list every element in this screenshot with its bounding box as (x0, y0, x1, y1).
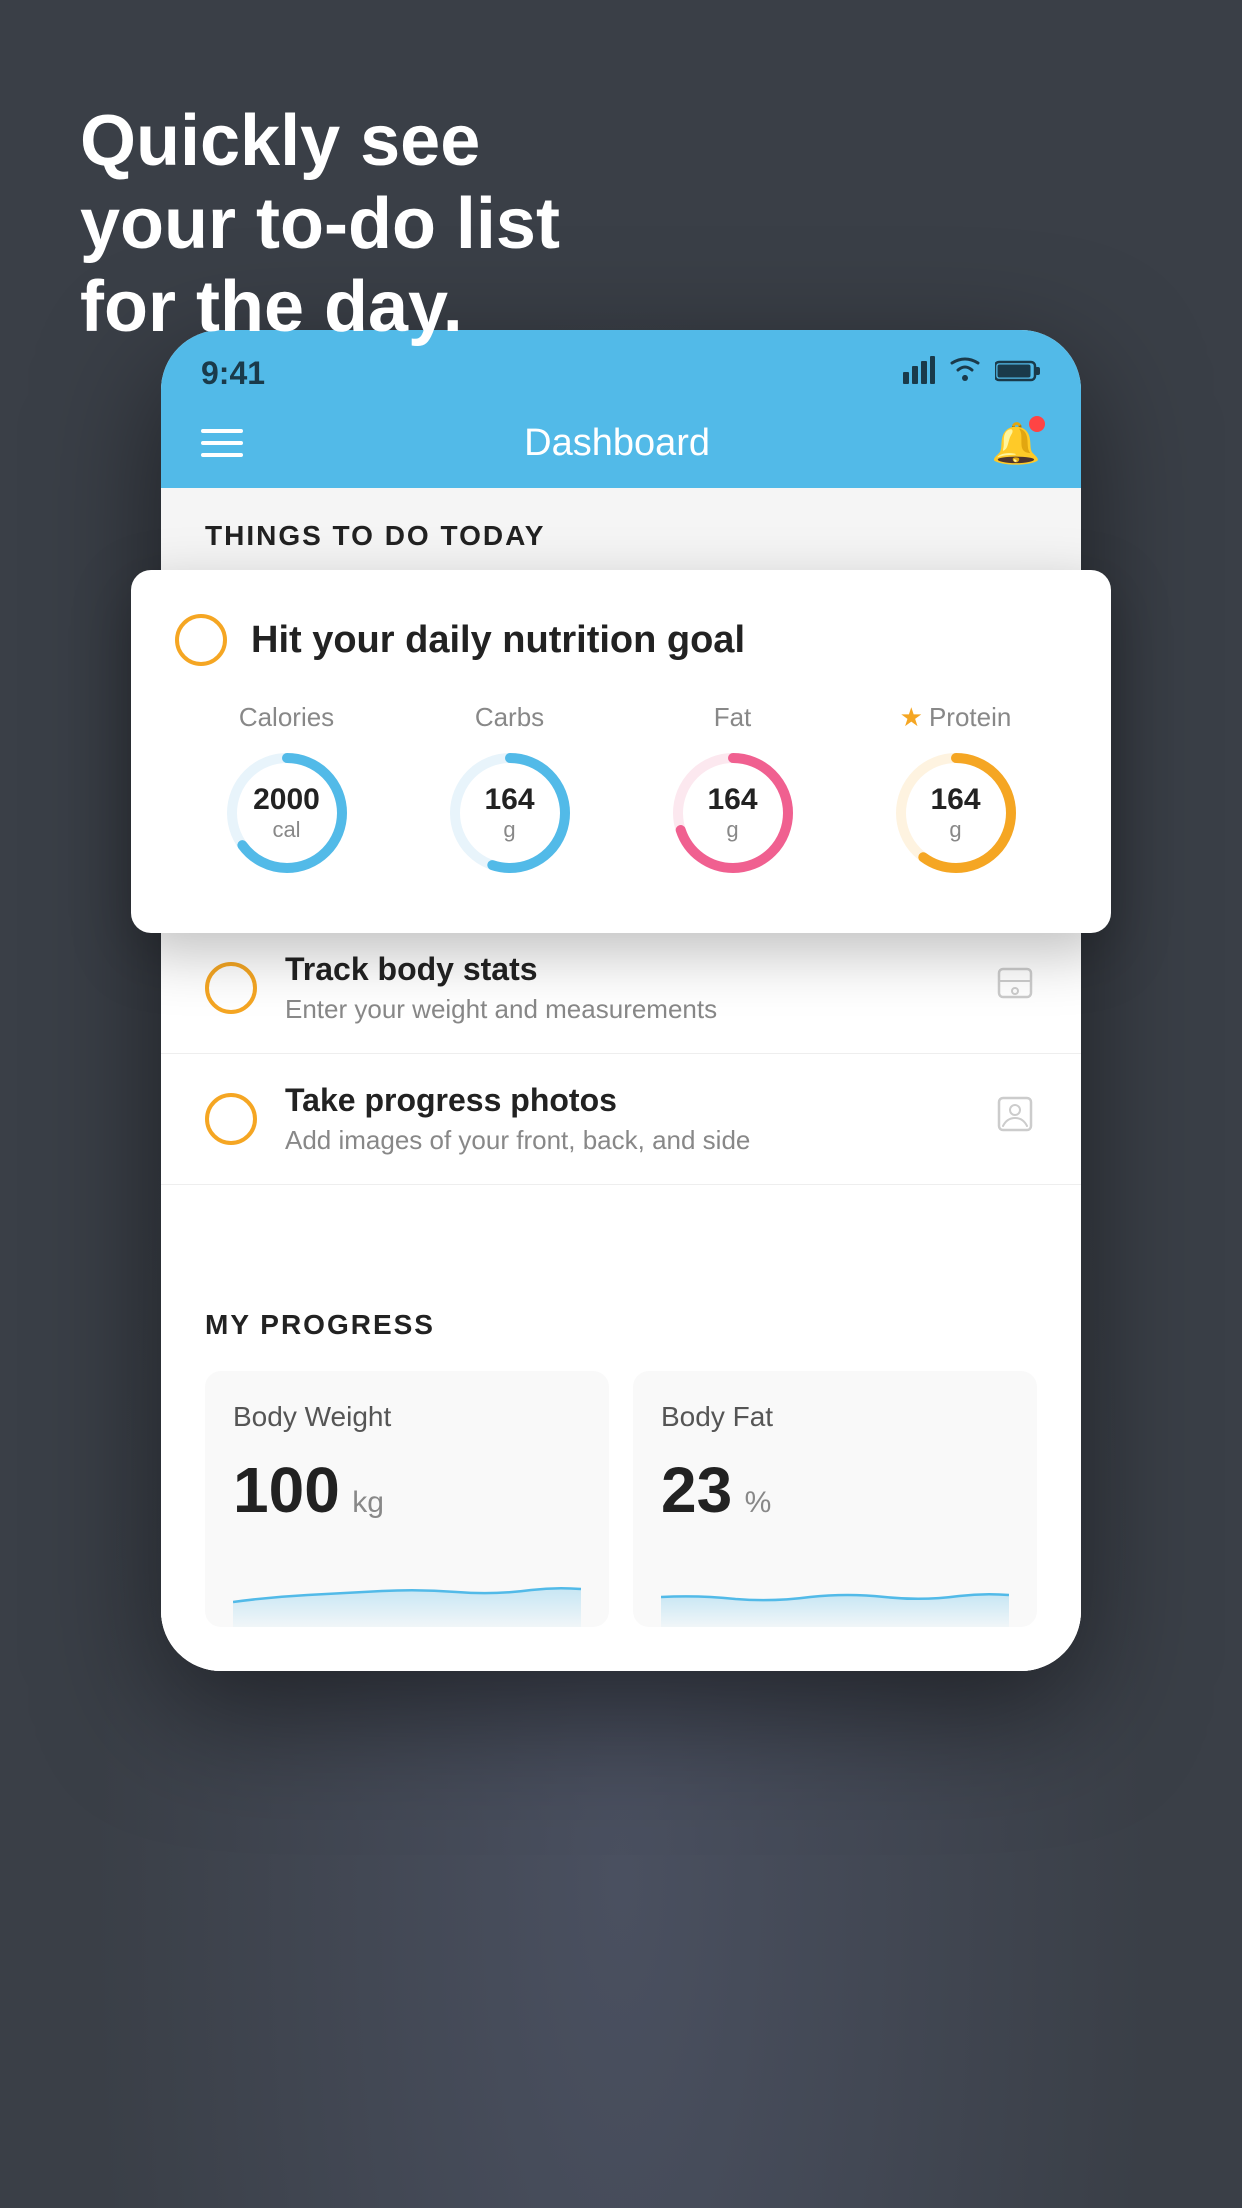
fat-value: 164 (707, 783, 757, 817)
body-weight-card[interactable]: Body Weight 100 kg (205, 1371, 609, 1627)
calories-unit: cal (253, 817, 320, 843)
notification-dot (1029, 416, 1045, 432)
battery-icon (995, 359, 1041, 388)
protein-unit: g (930, 817, 980, 843)
headline-line3: for the day. (80, 266, 560, 349)
phone-frame: 9:41 (161, 330, 1081, 1671)
fat-unit: g (707, 817, 757, 843)
nutrition-grid: Calories 2000 cal Carbs (175, 702, 1067, 883)
headline-line1: Quickly see (80, 100, 560, 183)
fat-ring: 164 g (663, 743, 803, 883)
card-title: Hit your daily nutrition goal (251, 619, 745, 662)
star-icon: ★ (900, 702, 923, 733)
carbs-ring: 164 g (440, 743, 580, 883)
status-time: 9:41 (201, 355, 265, 392)
carbs-label: Carbs (475, 702, 544, 733)
body-fat-chart (661, 1547, 1009, 1627)
card-check-circle (175, 614, 227, 666)
nutrition-calories[interactable]: Calories 2000 cal (217, 702, 357, 883)
nutrition-fat[interactable]: Fat 164 g (663, 702, 803, 883)
calories-label: Calories (239, 702, 334, 733)
task-content-bodystats: Track body stats Enter your weight and m… (285, 951, 965, 1025)
body-weight-title: Body Weight (233, 1401, 581, 1433)
protein-value: 164 (930, 783, 980, 817)
task-name-photos: Take progress photos (285, 1082, 965, 1119)
headline: Quickly see your to-do list for the day. (80, 100, 560, 348)
carbs-unit: g (484, 817, 534, 843)
things-section-title: THINGS TO DO TODAY (205, 520, 1037, 552)
body-fat-unit: % (745, 1486, 772, 1519)
nav-title: Dashboard (524, 422, 710, 465)
fat-label: Fat (714, 702, 752, 733)
calories-ring: 2000 cal (217, 743, 357, 883)
task-circle-bodystats (205, 962, 257, 1014)
headline-line2: your to-do list (80, 183, 560, 266)
card-header: Hit your daily nutrition goal (175, 614, 1067, 666)
protein-label: Protein (929, 702, 1011, 733)
notification-bell[interactable]: 🔔 (991, 420, 1041, 467)
protein-ring: 164 g (886, 743, 1026, 883)
task-desc-photos: Add images of your front, back, and side (285, 1125, 965, 1156)
hamburger-menu[interactable] (201, 429, 243, 457)
task-desc-bodystats: Enter your weight and measurements (285, 994, 965, 1025)
progress-title: MY PROGRESS (205, 1309, 1037, 1341)
status-icons (903, 355, 1041, 391)
body-fat-value-area: 23 % (661, 1453, 1009, 1527)
body-fat-value: 23 (661, 1454, 732, 1526)
person-icon (993, 1092, 1037, 1146)
progress-cards: Body Weight 100 kg (205, 1371, 1037, 1671)
nutrition-protein[interactable]: ★ Protein 164 g (886, 702, 1026, 883)
nutrition-carbs[interactable]: Carbs 164 g (440, 702, 580, 883)
floating-nutrition-card: Hit your daily nutrition goal Calories 2… (131, 570, 1111, 933)
task-item-bodystats[interactable]: Track body stats Enter your weight and m… (161, 923, 1081, 1054)
task-circle-photos (205, 1093, 257, 1145)
progress-section: MY PROGRESS Body Weight 100 kg (161, 1265, 1081, 1671)
task-content-photos: Take progress photos Add images of your … (285, 1082, 965, 1156)
task-item-photos[interactable]: Take progress photos Add images of your … (161, 1054, 1081, 1185)
body-weight-chart (233, 1547, 581, 1627)
protein-label-container: ★ Protein (900, 702, 1012, 733)
calories-value: 2000 (253, 783, 320, 817)
task-name-bodystats: Track body stats (285, 951, 965, 988)
body-fat-card[interactable]: Body Fat 23 % (633, 1371, 1037, 1627)
wifi-icon (947, 355, 983, 391)
signal-icon (903, 356, 935, 391)
body-fat-title: Body Fat (661, 1401, 1009, 1433)
carbs-value: 164 (484, 783, 534, 817)
body-weight-value-area: 100 kg (233, 1453, 581, 1527)
body-weight-unit: kg (352, 1486, 384, 1519)
nav-bar: Dashboard 🔔 (161, 398, 1081, 488)
body-weight-value: 100 (233, 1454, 340, 1526)
scale-icon (993, 961, 1037, 1015)
